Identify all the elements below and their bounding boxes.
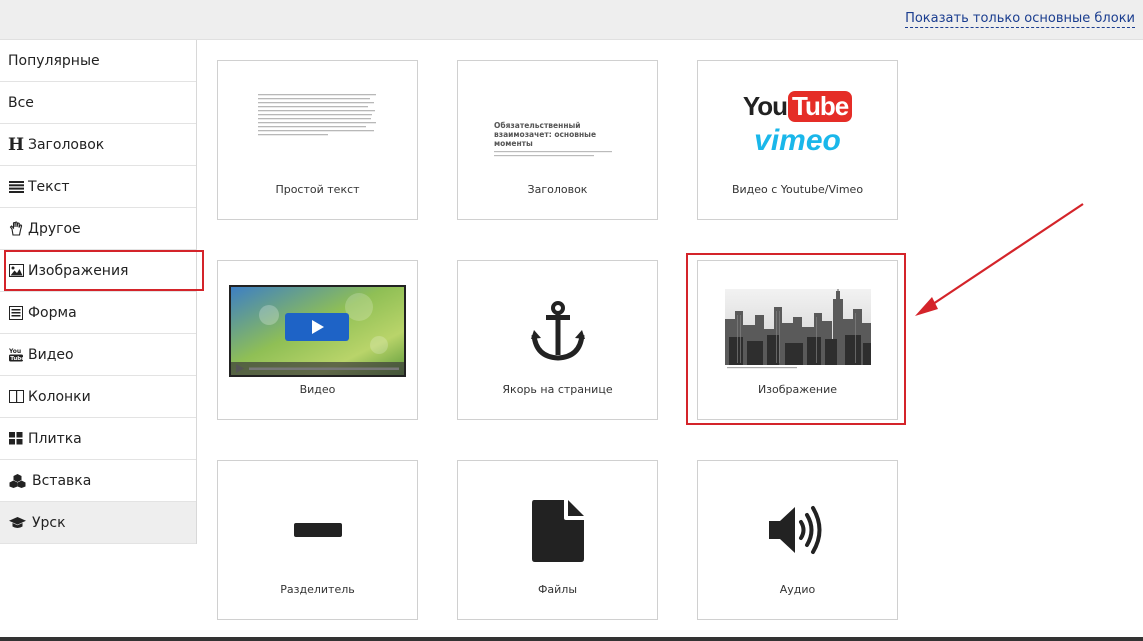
tile-caption: Файлы [537, 583, 578, 596]
block-tile-audio[interactable]: Аудио [697, 460, 898, 620]
bottom-border [0, 637, 1143, 641]
sidebar-item-label: Все [8, 94, 34, 111]
youtube-vimeo-logos: You Tube vimeo [698, 61, 897, 176]
form-icon [8, 305, 24, 321]
sidebar-item-label: Видео [28, 346, 74, 363]
sidebar-item-label: Другое [28, 220, 81, 237]
sidebar-item-label: Заголовок [28, 136, 105, 153]
hand-icon [8, 221, 24, 237]
sidebar-item-heading[interactable]: H Заголовок [0, 124, 196, 166]
block-tile-image[interactable]: Изображение [697, 260, 898, 420]
sidebar-item-form[interactable]: Форма [0, 292, 196, 334]
sidebar-item-all[interactable]: Все [0, 82, 196, 124]
tile-caption: Простой текст [275, 183, 360, 196]
cubes-icon [8, 473, 26, 489]
sidebar-item-label: Вставка [32, 472, 92, 489]
tile-caption: Якорь на странице [502, 383, 613, 396]
sidebar-item-text[interactable]: Текст [0, 166, 196, 208]
graduation-cap-icon [8, 515, 26, 531]
block-tile-heading[interactable]: Обязательственный взаимозачет: основные … [457, 60, 658, 220]
image-icon [8, 263, 24, 279]
svg-text:Tube: Tube [10, 356, 23, 362]
sidebar-item-columns[interactable]: Колонки [0, 376, 196, 418]
sidebar-item-label: Плитка [28, 430, 82, 447]
heading-preview: Обязательственный взаимозачет: основные … [458, 61, 657, 176]
top-bar: Показать только основные блоки [0, 0, 1143, 40]
sidebar-item-label: Текст [28, 178, 70, 195]
tile-caption: Видео с Youtube/Vimeo [731, 183, 864, 196]
sidebar-item-video[interactable]: YouTube Видео [0, 334, 196, 376]
video-player-preview [218, 261, 417, 377]
text-lines-icon [8, 179, 24, 195]
tile-caption: Видео [299, 383, 336, 396]
block-tile-divider[interactable]: Разделитель [217, 460, 418, 620]
sidebar-item-images[interactable]: Изображения [0, 250, 196, 292]
block-tile-youtube-vimeo[interactable]: You Tube vimeo Видео с Youtube/Vimeo [697, 60, 898, 220]
sidebar-item-tiles[interactable]: Плитка [0, 418, 196, 460]
anchor-icon [458, 261, 657, 376]
category-sidebar: Популярные Все H Заголовок Текст Другое … [0, 40, 197, 544]
block-tile-anchor[interactable]: Якорь на странице [457, 260, 658, 420]
divider-icon [218, 461, 417, 576]
file-icon [458, 461, 657, 576]
city-photo-preview [698, 261, 897, 376]
svg-text:You: You [9, 348, 21, 355]
block-tile-files[interactable]: Файлы [457, 460, 658, 620]
text-preview [218, 61, 417, 176]
youtube-logo: You Tube [743, 91, 853, 122]
volume-icon [698, 461, 897, 576]
sidebar-item-label: Урск [32, 514, 66, 531]
tile-caption: Изображение [757, 383, 838, 396]
sidebar-item-label: Популярные [8, 52, 100, 69]
block-tile-video[interactable]: Видео [217, 260, 418, 420]
heading-preview-title: Обязательственный взаимозачет: основные … [494, 121, 597, 148]
sidebar-item-label: Изображения [28, 262, 129, 279]
block-tile-plain-text[interactable]: Простой текст [217, 60, 418, 220]
vimeo-logo: vimeo [754, 124, 841, 157]
columns-icon [8, 389, 24, 405]
tile-caption: Заголовок [527, 183, 588, 196]
sidebar-item-ursk[interactable]: Урск [0, 502, 196, 544]
tiles-icon [8, 431, 24, 447]
sidebar-item-popular[interactable]: Популярные [0, 40, 196, 82]
sidebar-item-insert[interactable]: Вставка [0, 460, 196, 502]
tile-caption: Аудио [779, 583, 816, 596]
sidebar-item-other[interactable]: Другое [0, 208, 196, 250]
sidebar-item-label: Форма [28, 304, 77, 321]
tile-caption: Разделитель [280, 583, 355, 596]
heading-icon: H [7, 134, 25, 155]
show-basic-blocks-link[interactable]: Показать только основные блоки [905, 10, 1135, 28]
sidebar-item-label: Колонки [28, 388, 91, 405]
youtube-icon: YouTube [8, 347, 24, 363]
